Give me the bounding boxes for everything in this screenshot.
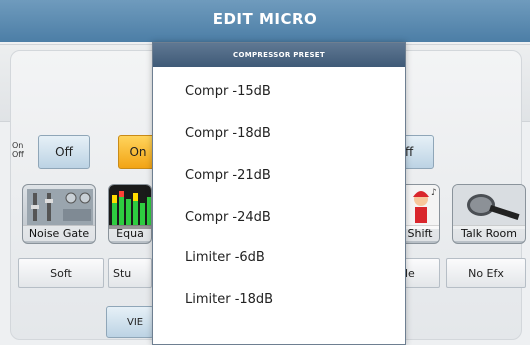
popup-title: COMPRESSOR PRESET: [153, 43, 405, 67]
on-label: On: [12, 141, 24, 150]
equalizer-icon: [109, 185, 151, 229]
talk-room-label: Talk Room: [453, 225, 525, 241]
compressor-preset-popup: COMPRESSOR PRESET Compr -15dB Compr -18d…: [152, 42, 406, 345]
talk-room-tile[interactable]: Talk Room: [452, 184, 526, 244]
window-title: EDIT MICRO: [212, 10, 318, 28]
pitch-shift-tile[interactable]: ♪ Shift: [400, 184, 440, 244]
svg-text:♪: ♪: [431, 188, 437, 198]
preset-item[interactable]: Compr -21dB: [185, 168, 271, 183]
studio-preset-button[interactable]: Stu: [108, 258, 152, 288]
preset-item[interactable]: Compr -18dB: [185, 126, 271, 141]
off-button[interactable]: Off: [38, 135, 90, 169]
preset-item[interactable]: Limiter -18dB: [185, 292, 273, 307]
preset-item[interactable]: Compr -24dB: [185, 210, 271, 225]
noise-gate-label: Noise Gate: [23, 225, 95, 241]
soft-preset-button[interactable]: Soft: [18, 258, 104, 288]
microphone-icon: [453, 185, 525, 229]
noise-gate-icon: [27, 189, 93, 225]
pitch-shift-icon: ♪: [401, 185, 439, 229]
title-bar: EDIT MICRO: [0, 0, 530, 42]
shift-preset-button[interactable]: le: [400, 258, 440, 288]
pitch-shift-label: Shift: [401, 225, 439, 241]
on-off-label: On Off: [12, 141, 24, 159]
equalizer-label: Equa: [109, 225, 151, 241]
noise-gate-tile[interactable]: Noise Gate: [22, 184, 96, 244]
equalizer-tile[interactable]: Equa: [108, 184, 152, 244]
preset-item[interactable]: Compr -15dB: [185, 84, 271, 99]
view-button[interactable]: VIE: [106, 306, 154, 338]
no-efx-button[interactable]: No Efx: [446, 258, 526, 288]
off-label: Off: [12, 150, 24, 159]
preset-item[interactable]: Limiter -6dB: [185, 250, 265, 265]
